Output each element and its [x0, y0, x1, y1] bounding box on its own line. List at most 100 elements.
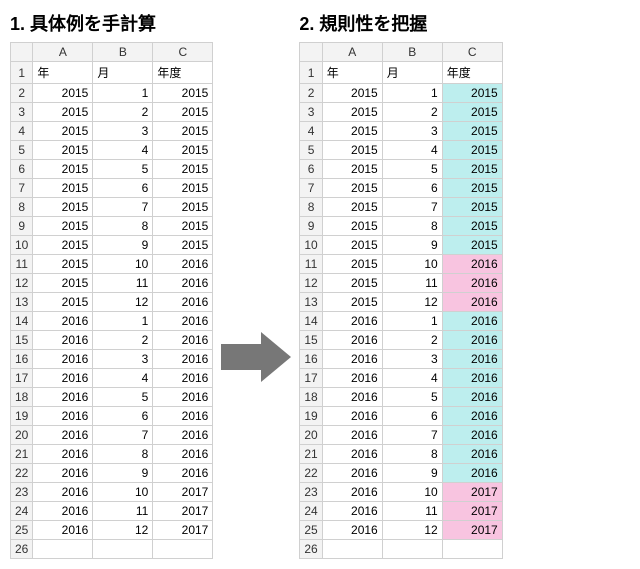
row-header[interactable]: 19 [11, 407, 33, 426]
cell-fiscal[interactable]: 2016 [442, 331, 502, 350]
row-header[interactable]: 25 [11, 521, 33, 540]
cell-year[interactable]: 2016 [322, 464, 382, 483]
cell-fiscal[interactable]: 2015 [442, 122, 502, 141]
column-header[interactable]: B [93, 43, 153, 62]
cell-fiscal[interactable]: 2017 [153, 502, 213, 521]
row-header[interactable]: 12 [11, 274, 33, 293]
row-header[interactable]: 26 [11, 540, 33, 559]
cell-year[interactable]: 2016 [33, 388, 93, 407]
row-header[interactable]: 2 [11, 84, 33, 103]
cell-month[interactable]: 2 [93, 331, 153, 350]
cell-year[interactable]: 2015 [322, 122, 382, 141]
cell-year[interactable]: 2015 [33, 217, 93, 236]
row-header[interactable]: 1 [300, 62, 322, 84]
header-cell[interactable]: 年度 [442, 62, 502, 84]
row-header[interactable]: 20 [11, 426, 33, 445]
header-cell[interactable]: 月 [93, 62, 153, 84]
spreadsheet-left[interactable]: ABC1年月年度22015120153201522015420153201552… [10, 42, 213, 559]
cell-month[interactable]: 3 [93, 350, 153, 369]
cell-year[interactable]: 2015 [33, 141, 93, 160]
row-header[interactable]: 23 [11, 483, 33, 502]
header-cell[interactable]: 年度 [153, 62, 213, 84]
row-header[interactable]: 16 [11, 350, 33, 369]
column-header[interactable]: B [382, 43, 442, 62]
cell-month[interactable]: 6 [93, 407, 153, 426]
column-header[interactable]: C [153, 43, 213, 62]
cell-fiscal[interactable]: 2017 [153, 521, 213, 540]
cell-fiscal[interactable]: 2015 [442, 217, 502, 236]
cell-year[interactable]: 2016 [33, 521, 93, 540]
cell-fiscal[interactable]: 2016 [153, 293, 213, 312]
cell-month[interactable]: 8 [382, 445, 442, 464]
cell-year[interactable]: 2015 [33, 103, 93, 122]
row-header[interactable]: 2 [300, 84, 322, 103]
cell-month[interactable]: 3 [93, 122, 153, 141]
cell-month[interactable]: 11 [93, 274, 153, 293]
cell-month[interactable]: 12 [93, 521, 153, 540]
cell-year[interactable]: 2015 [322, 179, 382, 198]
cell-fiscal[interactable]: 2016 [442, 255, 502, 274]
cell-fiscal[interactable]: 2017 [442, 502, 502, 521]
cell-month[interactable]: 9 [382, 464, 442, 483]
row-header[interactable]: 14 [11, 312, 33, 331]
cell-fiscal[interactable]: 2016 [442, 445, 502, 464]
corner-cell[interactable] [11, 43, 33, 62]
cell-year[interactable]: 2015 [322, 255, 382, 274]
empty-cell[interactable] [93, 540, 153, 559]
cell-fiscal[interactable]: 2016 [442, 312, 502, 331]
cell-month[interactable]: 11 [93, 502, 153, 521]
cell-month[interactable]: 11 [382, 502, 442, 521]
row-header[interactable]: 10 [300, 236, 322, 255]
row-header[interactable]: 4 [11, 122, 33, 141]
cell-fiscal[interactable]: 2016 [442, 274, 502, 293]
row-header[interactable]: 6 [11, 160, 33, 179]
row-header[interactable]: 25 [300, 521, 322, 540]
cell-fiscal[interactable]: 2016 [153, 445, 213, 464]
row-header[interactable]: 11 [11, 255, 33, 274]
cell-month[interactable]: 5 [382, 388, 442, 407]
row-header[interactable]: 3 [11, 103, 33, 122]
cell-fiscal[interactable]: 2016 [153, 274, 213, 293]
cell-year[interactable]: 2016 [322, 312, 382, 331]
header-cell[interactable]: 年 [33, 62, 93, 84]
row-header[interactable]: 14 [300, 312, 322, 331]
row-header[interactable]: 21 [11, 445, 33, 464]
header-cell[interactable]: 年 [322, 62, 382, 84]
cell-fiscal[interactable]: 2015 [153, 198, 213, 217]
cell-fiscal[interactable]: 2016 [442, 350, 502, 369]
cell-month[interactable]: 12 [382, 293, 442, 312]
cell-month[interactable]: 10 [382, 483, 442, 502]
cell-fiscal[interactable]: 2016 [153, 426, 213, 445]
cell-year[interactable]: 2016 [322, 407, 382, 426]
cell-year[interactable]: 2015 [322, 141, 382, 160]
cell-fiscal[interactable]: 2016 [153, 350, 213, 369]
row-header[interactable]: 17 [300, 369, 322, 388]
column-header[interactable]: A [33, 43, 93, 62]
cell-fiscal[interactable]: 2015 [153, 160, 213, 179]
cell-year[interactable]: 2015 [322, 217, 382, 236]
cell-month[interactable]: 8 [93, 217, 153, 236]
cell-year[interactable]: 2016 [33, 407, 93, 426]
cell-month[interactable]: 7 [382, 198, 442, 217]
row-header[interactable]: 22 [11, 464, 33, 483]
cell-year[interactable]: 2016 [33, 445, 93, 464]
cell-year[interactable]: 2016 [33, 312, 93, 331]
cell-month[interactable]: 1 [382, 84, 442, 103]
cell-fiscal[interactable]: 2015 [153, 179, 213, 198]
row-header[interactable]: 5 [11, 141, 33, 160]
cell-fiscal[interactable]: 2017 [442, 521, 502, 540]
cell-month[interactable]: 7 [93, 426, 153, 445]
row-header[interactable]: 6 [300, 160, 322, 179]
cell-month[interactable]: 6 [382, 179, 442, 198]
cell-fiscal[interactable]: 2016 [442, 293, 502, 312]
cell-month[interactable]: 3 [382, 350, 442, 369]
cell-fiscal[interactable]: 2016 [442, 426, 502, 445]
row-header[interactable]: 13 [300, 293, 322, 312]
cell-fiscal[interactable]: 2016 [153, 369, 213, 388]
cell-month[interactable]: 5 [93, 388, 153, 407]
cell-month[interactable]: 6 [93, 179, 153, 198]
empty-cell[interactable] [33, 540, 93, 559]
cell-month[interactable]: 2 [382, 103, 442, 122]
cell-fiscal[interactable]: 2015 [153, 84, 213, 103]
cell-year[interactable]: 2016 [33, 483, 93, 502]
